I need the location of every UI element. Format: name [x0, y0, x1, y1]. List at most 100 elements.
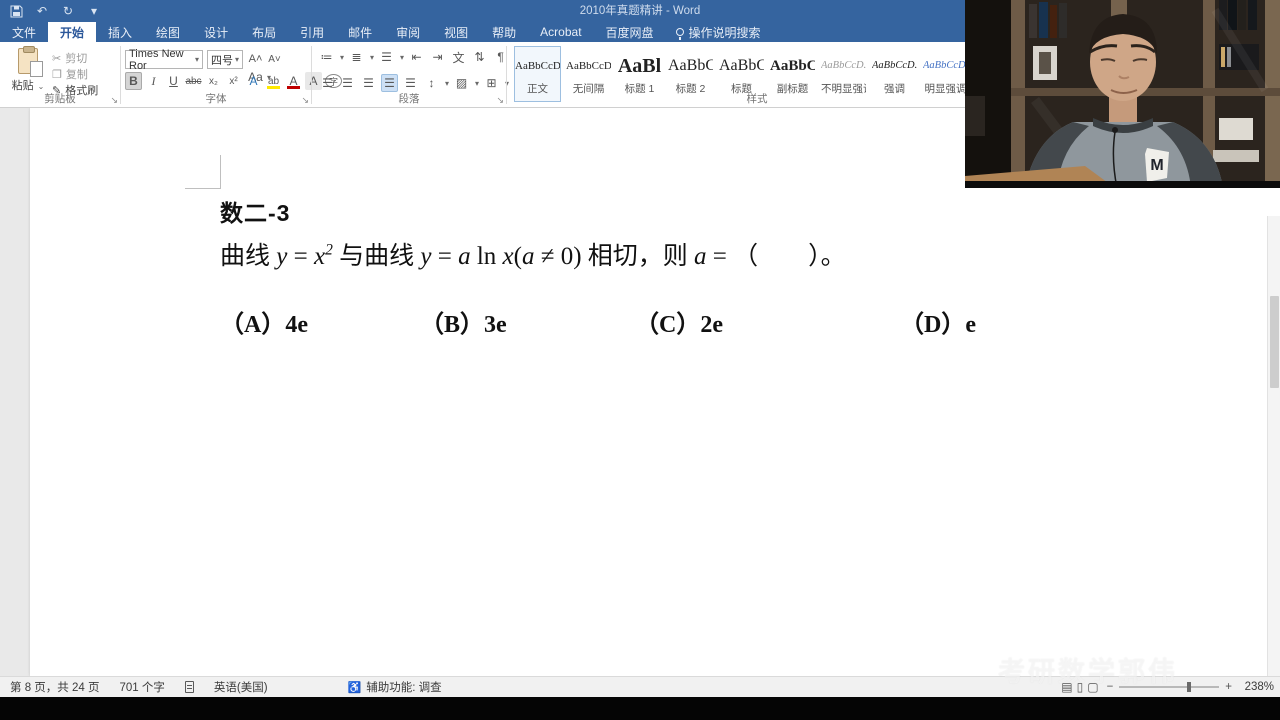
- cut-button[interactable]: ✂ 剪切: [52, 50, 87, 66]
- font-dialog-launcher-icon[interactable]: ↘: [301, 95, 309, 106]
- underline-icon[interactable]: U: [165, 72, 182, 90]
- style-sample: AaBbCcD.: [923, 60, 969, 71]
- strikethrough-icon[interactable]: abc: [185, 72, 202, 90]
- scissors-icon: ✂: [52, 52, 62, 65]
- window-title: 2010年真题精讲 - Word: [579, 5, 701, 17]
- document-page[interactable]: 数二-3 曲线 y = x2 与曲线 y = a ln x(a ≠ 0) 相切，…: [30, 108, 1280, 676]
- view-switcher: ▤ ▯ ▢: [1061, 680, 1098, 694]
- decrease-indent-icon[interactable]: ⇤: [408, 48, 425, 66]
- tab-view[interactable]: 视图: [432, 22, 480, 42]
- text-effects-icon[interactable]: A: [245, 72, 262, 90]
- save-icon[interactable]: [8, 3, 24, 19]
- accessibility-status[interactable]: ♿ 辅助功能: 调查: [338, 679, 452, 695]
- style-sample: AaBbCcD.: [821, 60, 867, 71]
- tell-me-label: 操作说明搜索: [688, 25, 761, 40]
- bold-icon[interactable]: B: [125, 72, 142, 90]
- copy-label: 复制: [65, 69, 88, 81]
- option-a: （A）4e: [220, 312, 308, 338]
- zoom-control: − +: [1107, 681, 1232, 693]
- zoom-in-icon[interactable]: +: [1225, 681, 1232, 693]
- shading-icon[interactable]: ▨: [453, 74, 470, 92]
- style-sample: AaBbCcD: [515, 60, 561, 72]
- webcam-overlay: M: [965, 0, 1280, 188]
- italic-icon[interactable]: I: [145, 72, 162, 90]
- answer-options: （A）4e （B）3e （C）2e （D）e: [30, 304, 1280, 338]
- tab-layout[interactable]: 布局: [240, 22, 288, 42]
- bullets-icon[interactable]: ≔: [318, 48, 335, 66]
- accessibility-label: 辅助功能: 调查: [366, 682, 442, 694]
- tab-home[interactable]: 开始: [48, 22, 97, 42]
- document-area[interactable]: 数二-3 曲线 y = x2 与曲线 y = a ln x(a ≠ 0) 相切，…: [0, 108, 1280, 676]
- paragraph-dialog-launcher-icon[interactable]: ↘: [496, 95, 504, 106]
- print-layout-icon[interactable]: ▯: [1077, 680, 1084, 694]
- language-status[interactable]: 英语(美国): [204, 679, 278, 695]
- clipboard-dialog-launcher-icon[interactable]: ↘: [110, 95, 118, 106]
- chevron-down-icon: ▾: [234, 55, 239, 64]
- chevron-down-icon: ▾: [370, 52, 375, 62]
- borders-icon[interactable]: ⊞: [483, 74, 500, 92]
- copy-button[interactable]: ❐ 复制: [52, 66, 88, 82]
- style-sample: AaBl: [617, 55, 662, 77]
- accessibility-icon: ♿: [347, 681, 362, 694]
- tab-baidu-netdisk[interactable]: 百度网盘: [594, 22, 666, 42]
- option-d: （D）e: [900, 312, 976, 338]
- paragraph-row1: ≔ ▾ ≣ ▾ ☰ ▾ ⇤ ⇥ 文 ⇅ ¶: [318, 48, 509, 66]
- tab-insert[interactable]: 插入: [96, 22, 144, 42]
- tab-file[interactable]: 文件: [0, 22, 48, 42]
- distribute-icon[interactable]: ☰: [402, 74, 419, 92]
- subscript-icon[interactable]: x₂: [205, 72, 222, 90]
- read-mode-icon[interactable]: ▤: [1061, 680, 1072, 694]
- proofing-status[interactable]: [175, 681, 204, 693]
- status-right-cluster: ▤ ▯ ▢ − + 238%: [1061, 680, 1274, 694]
- clipboard-group-label: 剪贴板: [44, 93, 76, 105]
- font-size-value: 四号: [211, 54, 233, 67]
- zoom-percentage[interactable]: 238%: [1240, 681, 1274, 693]
- font-name-value: Times New Ror: [129, 47, 184, 72]
- tab-design[interactable]: 设计: [192, 22, 240, 42]
- webcam-video: M: [965, 0, 1280, 188]
- justify-icon[interactable]: ☰: [381, 74, 398, 92]
- word-count-status[interactable]: 701 个字: [109, 679, 174, 695]
- multilevel-list-icon[interactable]: ☰: [378, 48, 395, 66]
- asian-layout-icon[interactable]: 文: [450, 48, 467, 66]
- tab-draw[interactable]: 绘图: [144, 22, 192, 42]
- option-c: （C）2e: [635, 312, 723, 338]
- line-spacing-icon[interactable]: ↕: [423, 74, 440, 92]
- tab-mailings[interactable]: 邮件: [336, 22, 384, 42]
- grow-font-icon[interactable]: A˄: [247, 50, 264, 68]
- chevron-down-icon: ▾: [475, 78, 480, 88]
- superscript-icon[interactable]: x²: [225, 72, 242, 90]
- cut-label: 剪切: [65, 53, 88, 65]
- zoom-slider[interactable]: [1119, 682, 1220, 692]
- tab-acrobat[interactable]: Acrobat: [528, 22, 593, 42]
- redo-icon[interactable]: ↻: [60, 3, 76, 19]
- zoom-slider-thumb[interactable]: [1187, 682, 1192, 692]
- font-name-combobox[interactable]: Times New Ror ▾: [125, 47, 203, 72]
- shrink-font-icon[interactable]: A˅: [266, 50, 283, 68]
- zoom-out-icon[interactable]: −: [1107, 681, 1114, 693]
- font-size-combobox[interactable]: 四号 ▾: [207, 50, 243, 69]
- align-center-icon[interactable]: ☰: [339, 74, 356, 92]
- align-left-icon[interactable]: ☰: [318, 74, 335, 92]
- tab-references[interactable]: 引用: [288, 22, 336, 42]
- style-sample: AaBbCcD: [566, 60, 612, 72]
- numbering-icon[interactable]: ≣: [348, 48, 365, 66]
- undo-icon[interactable]: ↶: [34, 3, 50, 19]
- tab-help[interactable]: 帮助: [480, 22, 528, 42]
- tab-review[interactable]: 审阅: [384, 22, 432, 42]
- paragraph-group: ≔ ▾ ≣ ▾ ☰ ▾ ⇤ ⇥ 文 ⇅ ¶ ☰ ☰ ☰ ☰ ☰ ↕ ▾ ▨ ▾ ⊞ ▾ 段落…: [312, 42, 510, 108]
- scrollbar-thumb[interactable]: [1270, 296, 1279, 388]
- vertical-scrollbar[interactable]: [1267, 216, 1280, 676]
- customize-qat-icon[interactable]: ▾: [86, 3, 102, 19]
- increase-indent-icon[interactable]: ⇥: [429, 48, 446, 66]
- proofing-icon: [184, 681, 194, 693]
- chevron-down-icon: ▾: [400, 52, 405, 62]
- sort-icon[interactable]: ⇅: [471, 48, 488, 66]
- web-layout-icon[interactable]: ▢: [1087, 680, 1098, 694]
- font-row2-buttons: B I U abc x₂ x² A ab A A 字: [125, 72, 342, 90]
- page-number-status[interactable]: 第 8 页，共 24 页: [0, 679, 109, 695]
- font-color-icon[interactable]: A: [285, 72, 302, 90]
- tell-me-search[interactable]: 操作说明搜索: [666, 22, 771, 42]
- highlight-color-icon[interactable]: ab: [265, 72, 282, 90]
- align-right-icon[interactable]: ☰: [360, 74, 377, 92]
